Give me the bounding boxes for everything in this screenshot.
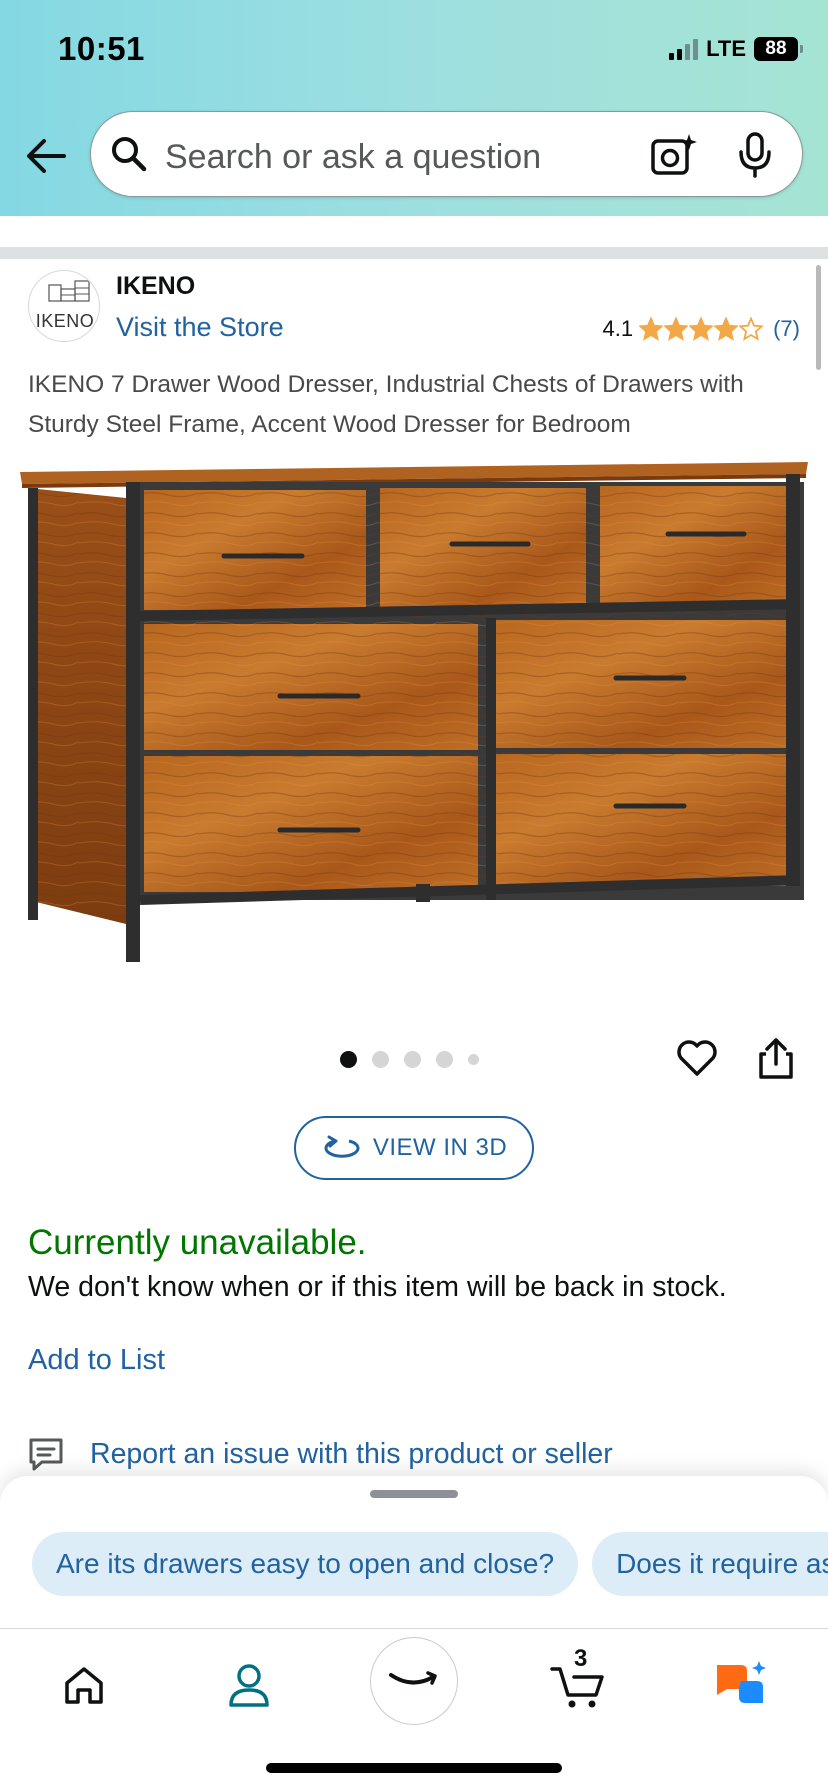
brand-logo-text: IKENO bbox=[35, 311, 95, 331]
camera-search-icon[interactable] bbox=[649, 132, 697, 178]
star-icon bbox=[714, 317, 739, 341]
heart-icon[interactable] bbox=[676, 1038, 718, 1078]
carousel-dot[interactable] bbox=[436, 1051, 453, 1068]
star-rating bbox=[639, 317, 764, 341]
search-input[interactable]: Search or ask a question bbox=[165, 138, 541, 177]
star-icon bbox=[739, 317, 764, 341]
brand-logo-mark bbox=[48, 280, 90, 302]
profile-icon bbox=[229, 1664, 269, 1707]
drawer-fronts bbox=[144, 486, 796, 892]
rotate-3d-icon bbox=[324, 1135, 360, 1158]
rating-summary[interactable]: 4.1 (7) bbox=[603, 316, 800, 342]
product-title: IKENO 7 Drawer Wood Dresser, Industrial … bbox=[28, 371, 744, 438]
rating-value: 4.1 bbox=[602, 316, 634, 341]
suggestion-chip[interactable]: Are its drawers easy to open and close? bbox=[32, 1532, 579, 1596]
signal-icon bbox=[669, 38, 699, 60]
nav-home[interactable] bbox=[56, 1657, 112, 1713]
share-icon[interactable] bbox=[758, 1036, 794, 1080]
view-in-3d-button[interactable]: VIEW IN 3D bbox=[294, 1116, 534, 1180]
availability-status: Currently unavailable. bbox=[28, 1223, 367, 1262]
brand-name: IKENO bbox=[116, 272, 196, 300]
star-icon bbox=[639, 317, 664, 341]
star-icon bbox=[689, 317, 714, 341]
amazon-smile-icon bbox=[389, 1671, 437, 1685]
brand-logo[interactable]: IKENO bbox=[28, 270, 100, 342]
microphone-icon[interactable] bbox=[737, 132, 773, 178]
carousel-dot[interactable] bbox=[372, 1051, 389, 1068]
star-icon bbox=[664, 317, 689, 341]
search-bar[interactable]: Search or ask a question bbox=[90, 111, 803, 197]
report-icon bbox=[29, 1438, 63, 1471]
suggestions-sheet: Are its drawers easy to open and close? D… bbox=[0, 1476, 828, 1628]
status-indicators: LTE 88 bbox=[669, 36, 803, 62]
battery-icon: 88 bbox=[754, 37, 803, 61]
back-arrow-icon[interactable] bbox=[24, 136, 68, 176]
cart-count-badge: 3 bbox=[574, 1645, 588, 1672]
visit-store-link[interactable]: Visit the Store bbox=[116, 312, 284, 343]
view-in-3d-label: VIEW IN 3D bbox=[372, 1134, 508, 1161]
search-icon bbox=[112, 137, 147, 172]
suggestion-chip[interactable]: Does it require assembly? bbox=[592, 1532, 828, 1596]
header: 10:51 LTE 88 Search or ask a question bbox=[0, 0, 828, 216]
section-divider bbox=[0, 247, 828, 259]
availability-message: We don't know when or if this item will … bbox=[28, 1271, 727, 1303]
product-image[interactable] bbox=[18, 448, 810, 980]
carousel-dot[interactable] bbox=[404, 1051, 421, 1068]
rating-count[interactable]: (7) bbox=[773, 316, 800, 342]
add-to-list-link[interactable]: Add to List bbox=[28, 1344, 165, 1377]
suggestion-chips: Are its drawers easy to open and close? D… bbox=[32, 1532, 828, 1596]
nav-amazon[interactable] bbox=[370, 1637, 458, 1725]
nav-profile[interactable] bbox=[221, 1657, 277, 1713]
home-indicator bbox=[266, 1763, 562, 1773]
scrollbar[interactable] bbox=[816, 265, 821, 370]
home-icon bbox=[65, 1667, 103, 1704]
status-time: 10:51 bbox=[58, 30, 145, 67]
carousel-dot[interactable] bbox=[468, 1054, 479, 1065]
carousel-dot[interactable] bbox=[340, 1051, 357, 1068]
sheet-drag-handle[interactable] bbox=[370, 1490, 458, 1498]
report-issue-link[interactable]: Report an issue with this product or sel… bbox=[90, 1438, 613, 1471]
nav-rufus[interactable] bbox=[713, 1657, 769, 1713]
network-type: LTE bbox=[706, 36, 746, 61]
rufus-icon bbox=[717, 1661, 766, 1703]
image-carousel-dots[interactable] bbox=[340, 1051, 479, 1068]
